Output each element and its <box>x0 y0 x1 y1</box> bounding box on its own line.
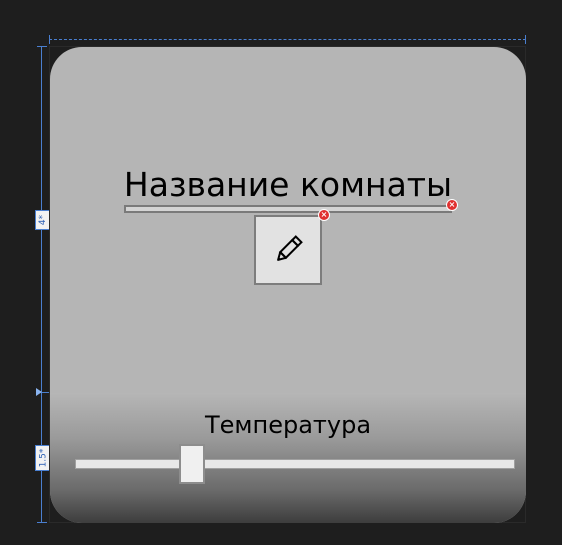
pencil-icon <box>277 235 303 261</box>
temperature-slider-thumb[interactable] <box>178 444 205 484</box>
validation-error-icon: × <box>318 209 330 221</box>
grid-row-size-text: 4* <box>37 214 48 226</box>
room-card: Название комнаты × × Температура <box>50 47 526 523</box>
guide-line-top <box>49 39 526 40</box>
temperature-label: Температура <box>204 411 372 439</box>
validation-error-icon: × <box>446 199 458 211</box>
guide-tick <box>37 522 47 523</box>
grid-row-handle[interactable] <box>36 388 42 396</box>
temperature-slider-track[interactable] <box>75 459 515 469</box>
grid-row-size-text: 1.5* <box>38 448 49 468</box>
guide-tick <box>525 35 526 44</box>
edit-room-button[interactable] <box>254 215 322 285</box>
guide-tick <box>37 46 47 47</box>
room-name-input[interactable] <box>124 205 452 213</box>
guide-tick <box>49 35 50 44</box>
